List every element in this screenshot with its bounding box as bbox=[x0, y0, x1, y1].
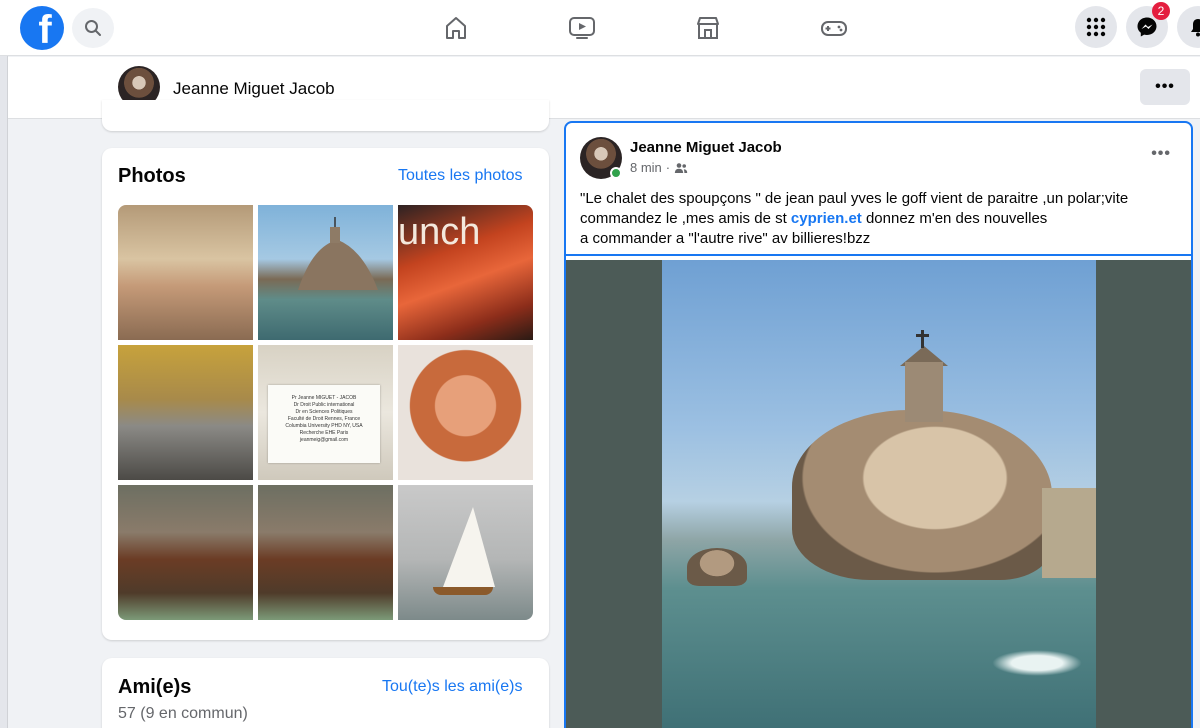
post-divider bbox=[566, 254, 1191, 256]
post-card: Jeanne Miguet Jacob 8 min · ••• "Le chal… bbox=[564, 121, 1193, 728]
boat-hull bbox=[433, 587, 493, 595]
photo-grid: unch Pr Jeanne MIGUET - JACOB Dr Droit P… bbox=[118, 205, 533, 620]
poster-text: unch bbox=[398, 211, 481, 253]
menu-button[interactable] bbox=[1075, 6, 1117, 48]
photos-title: Photos bbox=[118, 165, 186, 187]
marketplace-tab[interactable] bbox=[690, 10, 726, 46]
video-tab[interactable] bbox=[564, 10, 600, 46]
friends-title: Ami(e)s bbox=[118, 676, 192, 698]
friends-count: 57 (9 en commun) bbox=[118, 705, 248, 722]
photo-thumbnail[interactable]: Pr Jeanne MIGUET - JACOB Dr Droit Public… bbox=[258, 345, 393, 480]
messenger-badge: 2 bbox=[1152, 2, 1170, 20]
photo-thumbnail[interactable] bbox=[258, 485, 393, 620]
business-card-image: Pr Jeanne MIGUET - JACOB Dr Droit Public… bbox=[268, 385, 380, 463]
home-icon bbox=[446, 17, 466, 39]
post-timestamp[interactable]: 8 min bbox=[630, 160, 662, 175]
messenger-icon bbox=[1137, 17, 1157, 37]
rock-chapel-photo bbox=[662, 260, 1096, 728]
intro-card-bottom bbox=[102, 100, 549, 131]
friends-audience-icon bbox=[674, 162, 688, 173]
all-friends-link[interactable]: Tou(te)s les ami(e)s bbox=[382, 678, 522, 696]
home-tab[interactable] bbox=[438, 10, 474, 46]
search-button[interactable] bbox=[72, 8, 114, 48]
friends-card: Ami(e)s Tou(te)s les ami(e)s 57 (9 en co… bbox=[102, 658, 549, 728]
chapel bbox=[905, 362, 943, 422]
photo-thumbnail[interactable] bbox=[398, 485, 533, 620]
messenger-button[interactable]: 2 bbox=[1126, 2, 1170, 48]
search-icon bbox=[85, 20, 101, 36]
post-meta: 8 min · bbox=[630, 160, 688, 175]
photo-thumbnail[interactable] bbox=[258, 205, 393, 340]
post-link[interactable]: cyprien.et bbox=[791, 210, 862, 227]
facebook-logo-icon[interactable]: f bbox=[20, 6, 64, 50]
all-photos-link[interactable]: Toutes les photos bbox=[398, 167, 523, 185]
marketplace-icon bbox=[697, 17, 719, 39]
photo-thumbnail[interactable] bbox=[118, 485, 253, 620]
video-icon bbox=[569, 17, 595, 39]
photos-card: Photos Toutes les photos unch Pr Jeanne … bbox=[102, 148, 549, 640]
top-navigation-bar: f 2 bbox=[0, 0, 1200, 56]
profile-name[interactable]: Jeanne Miguet Jacob bbox=[173, 79, 335, 99]
post-photo[interactable] bbox=[566, 260, 1191, 728]
photo-thumbnail[interactable]: unch bbox=[398, 205, 533, 340]
stone-wall bbox=[1042, 488, 1096, 578]
post-more-options-button[interactable]: ••• bbox=[1151, 145, 1171, 163]
sailboat-image bbox=[443, 507, 495, 587]
gaming-tab[interactable] bbox=[816, 10, 852, 46]
online-status-dot bbox=[610, 167, 622, 179]
menu-grid-icon bbox=[1086, 17, 1106, 37]
small-rock bbox=[687, 548, 747, 586]
notifications-button[interactable] bbox=[1177, 6, 1200, 48]
post-author-name[interactable]: Jeanne Miguet Jacob bbox=[630, 139, 782, 156]
gaming-icon bbox=[821, 21, 847, 36]
window-edge bbox=[0, 0, 8, 728]
photo-thumbnail[interactable] bbox=[118, 205, 253, 340]
sea-foam bbox=[992, 650, 1082, 676]
post-text: "Le chalet des spoupçons " de jean paul … bbox=[580, 190, 1129, 247]
more-options-button[interactable]: ••• bbox=[1140, 69, 1190, 105]
meta-separator: · bbox=[665, 160, 671, 175]
notifications-icon bbox=[1191, 19, 1200, 37]
chapel-cross bbox=[916, 330, 929, 348]
rock-chapel-image bbox=[298, 217, 378, 290]
large-rock bbox=[792, 410, 1052, 580]
photo-thumbnail[interactable] bbox=[398, 345, 533, 480]
photo-thumbnail[interactable] bbox=[118, 345, 253, 480]
